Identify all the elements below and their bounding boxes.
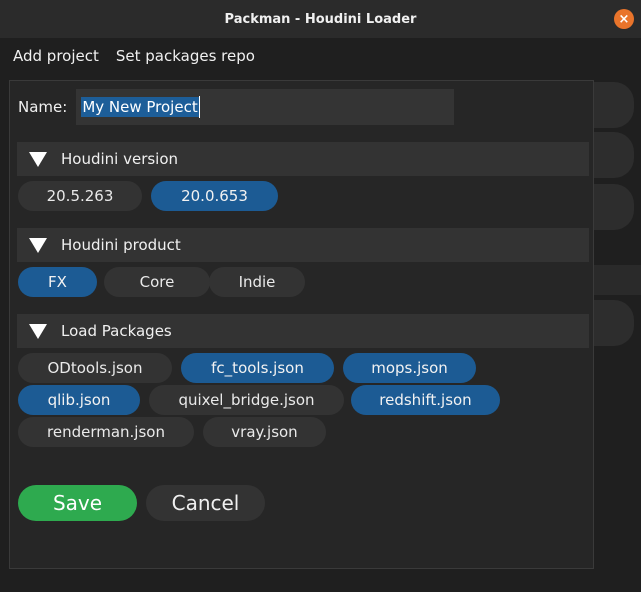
version-option-20-5-263[interactable]: 20.5.263 (18, 181, 142, 211)
section-houdini-version[interactable]: Houdini version (17, 142, 589, 176)
close-icon: × (618, 11, 630, 27)
name-row: Name: My New Project (18, 89, 458, 125)
save-button[interactable]: Save (18, 485, 137, 521)
menu-add-project[interactable]: Add project (0, 47, 103, 65)
text-caret (198, 96, 200, 118)
collapse-triangle-icon (29, 237, 47, 253)
menu-bar: Add project Set packages repo (0, 38, 641, 74)
section-title: Houdini product (61, 236, 181, 254)
section-title: Houdini version (61, 150, 179, 168)
product-option-fx[interactable]: FX (18, 267, 97, 297)
section-load-packages[interactable]: Load Packages (17, 314, 589, 348)
collapse-triangle-icon (29, 151, 47, 167)
menu-set-packages-repo[interactable]: Set packages repo (103, 47, 259, 65)
name-label: Name: (18, 98, 68, 116)
package-quixel-bridge[interactable]: quixel_bridge.json (149, 385, 344, 415)
product-option-indie[interactable]: Indie (209, 267, 305, 297)
package-renderman[interactable]: renderman.json (18, 417, 194, 447)
package-odtools[interactable]: ODtools.json (18, 353, 172, 383)
section-title: Load Packages (61, 322, 172, 340)
package-redshift[interactable]: redshift.json (351, 385, 500, 415)
window-title: Packman - Houdini Loader (224, 11, 417, 27)
title-bar: Packman - Houdini Loader × (0, 0, 641, 38)
package-qlib[interactable]: qlib.json (18, 385, 140, 415)
cancel-button[interactable]: Cancel (146, 485, 265, 521)
package-fc-tools[interactable]: fc_tools.json (181, 353, 334, 383)
package-mops[interactable]: mops.json (343, 353, 476, 383)
version-option-20-0-653[interactable]: 20.0.653 (151, 181, 278, 211)
package-vray[interactable]: vray.json (203, 417, 326, 447)
project-name-value: My New Project (81, 97, 199, 117)
close-window-button[interactable]: × (614, 9, 634, 29)
collapse-triangle-icon (29, 323, 47, 339)
new-project-dialog: Name: My New Project Houdini version 20.… (9, 80, 594, 569)
section-houdini-product[interactable]: Houdini product (17, 228, 589, 262)
product-option-core[interactable]: Core (104, 267, 210, 297)
project-name-input[interactable]: My New Project (76, 89, 455, 125)
